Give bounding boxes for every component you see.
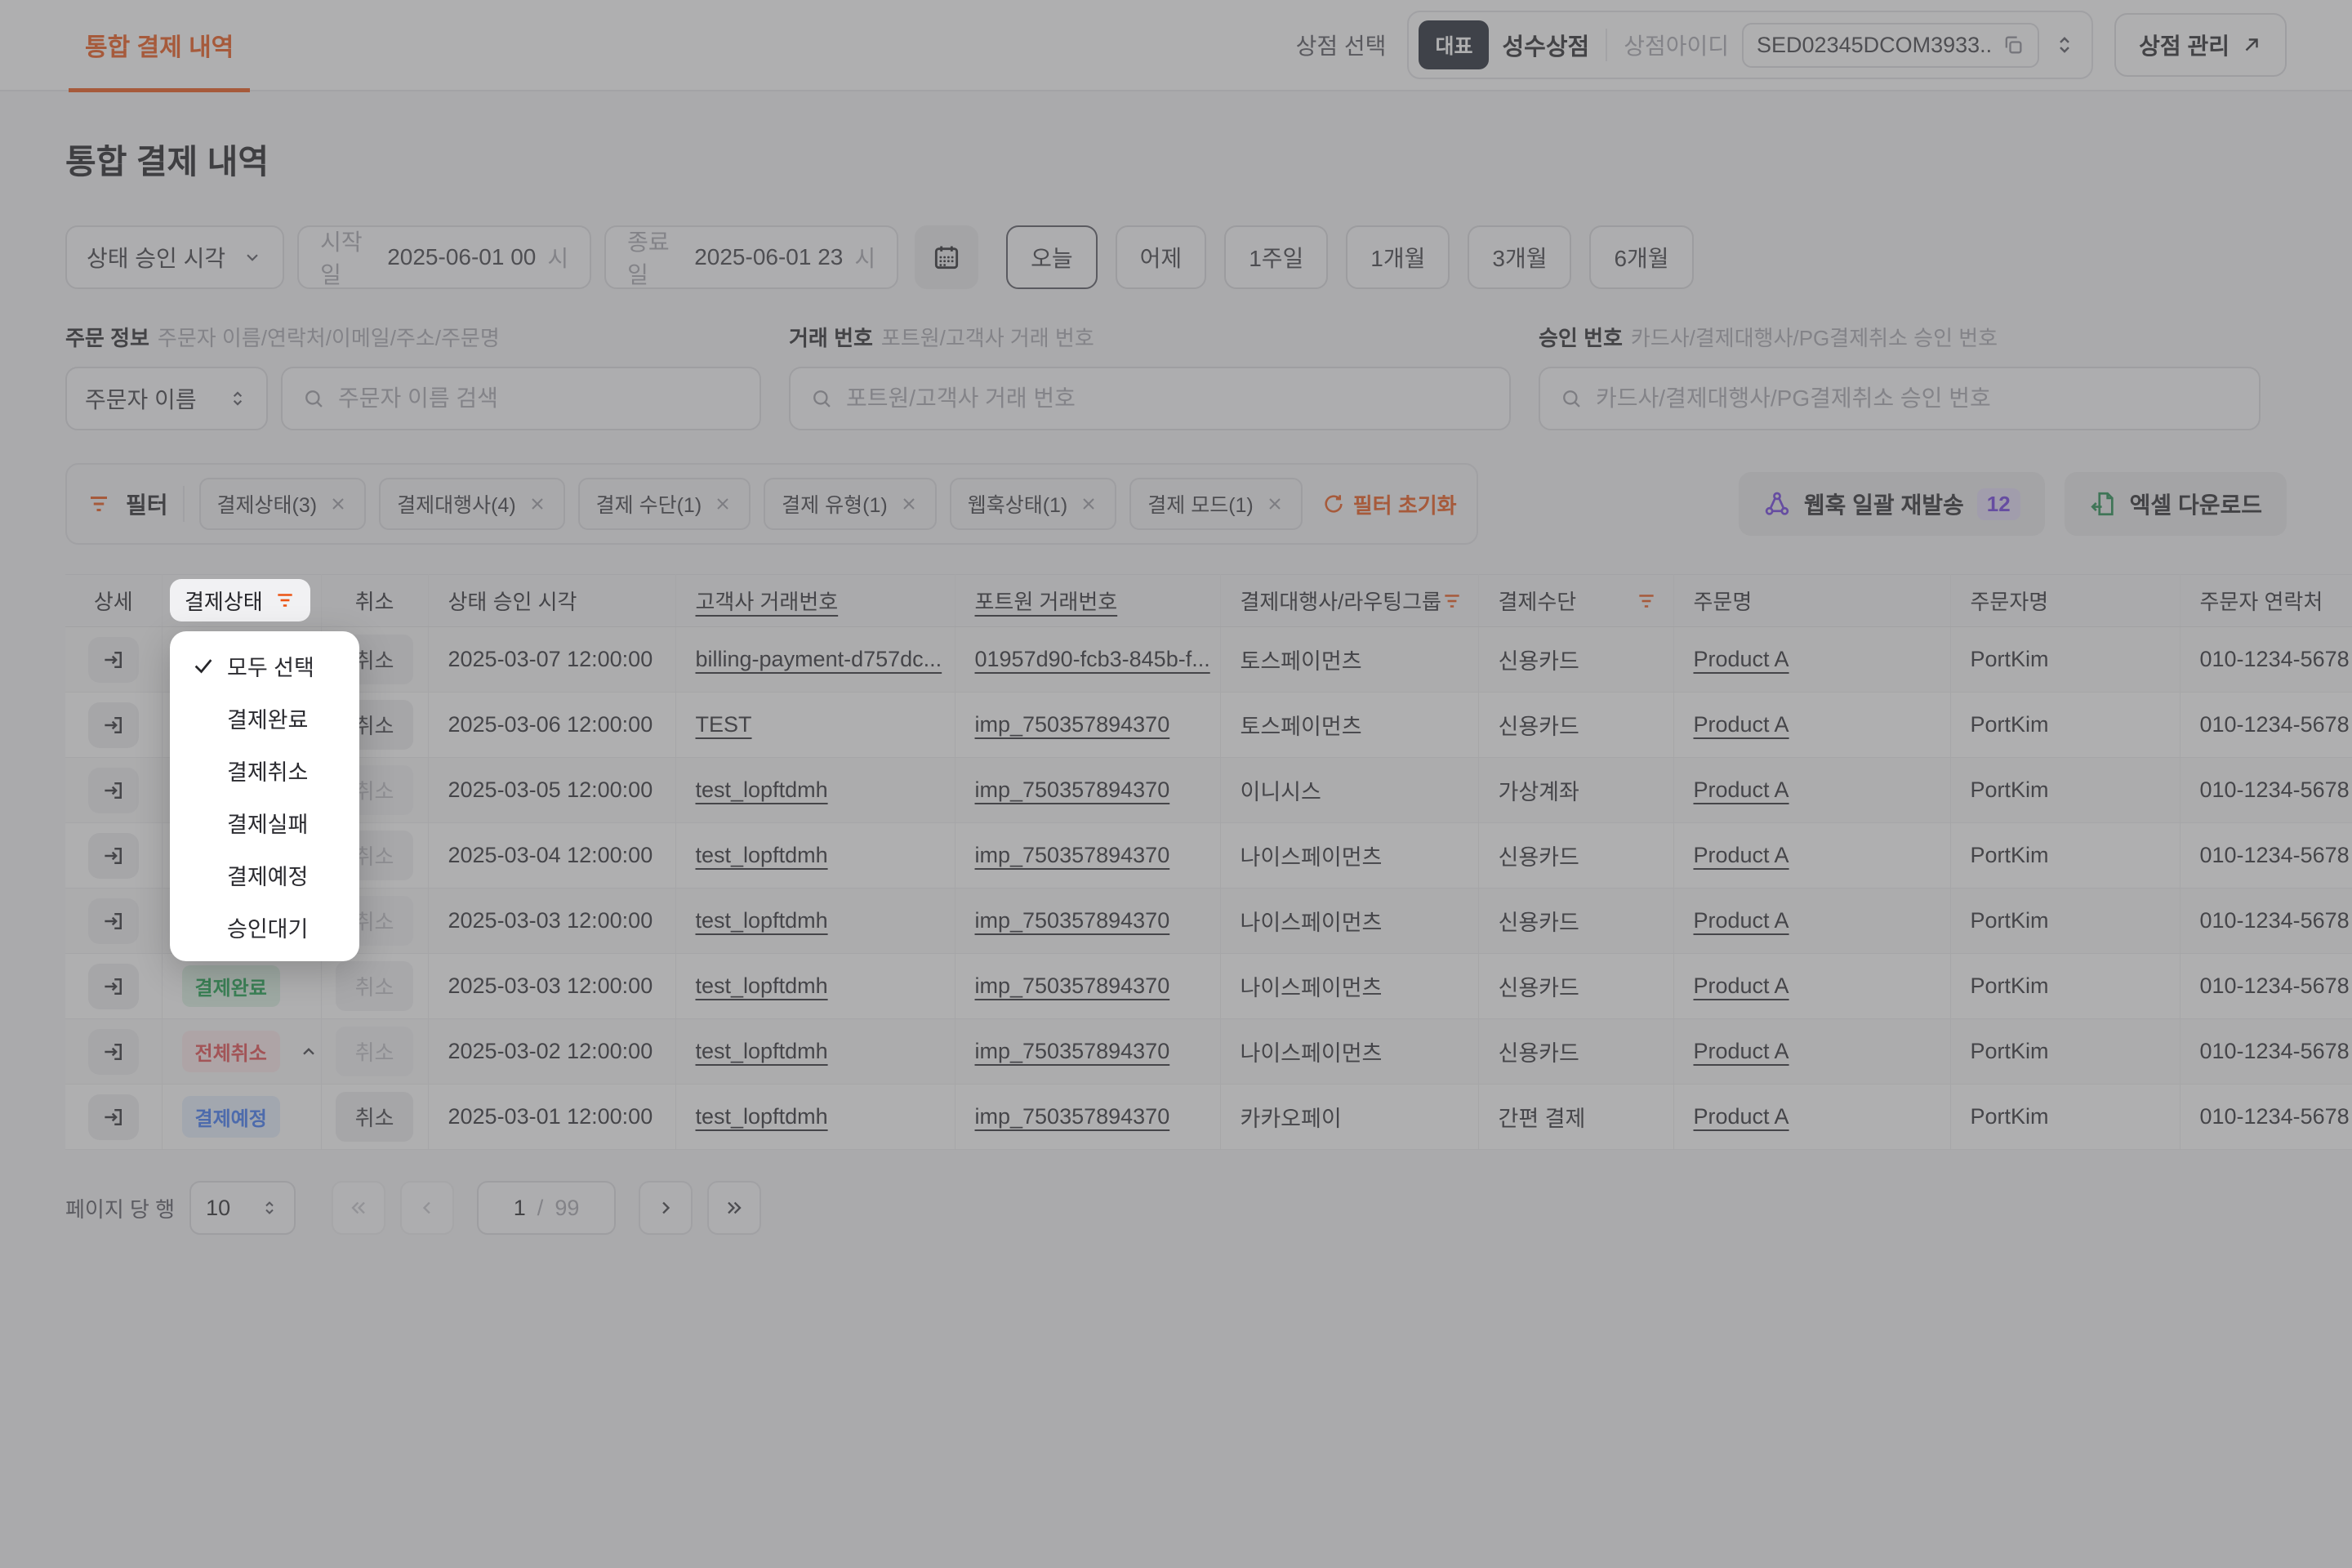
dropdown-item[interactable]: 결제실패: [170, 796, 359, 849]
status-filter-icon: [274, 590, 296, 611]
dropdown-item[interactable]: 결제완료: [170, 692, 359, 744]
dropdown-item[interactable]: 승인대기: [170, 901, 359, 953]
dropdown-item-label: 모두 선택: [227, 650, 314, 682]
status-dropdown-trigger[interactable]: 결제상태: [170, 579, 310, 621]
status-dropdown-menu: 모두 선택 결제완료 결제취소 결제실패 결제예: [170, 631, 359, 961]
dropdown-item[interactable]: 모두 선택: [170, 639, 359, 692]
dropdown-item[interactable]: 결제취소: [170, 744, 359, 796]
dropdown-item-label: 결제예정: [227, 859, 308, 891]
dropdown-item[interactable]: 결제예정: [170, 849, 359, 901]
status-dropdown-list: 모두 선택 결제완료 결제취소 결제실패 결제예: [170, 639, 359, 953]
dropdown-item-label: 승인대기: [227, 911, 308, 943]
check-icon: [189, 653, 217, 678]
dropdown-item-label: 결제완료: [227, 702, 308, 734]
status-trigger-label: 결제상태: [185, 586, 263, 616]
dropdown-item-label: 결제취소: [227, 755, 308, 786]
dropdown-item-label: 결제실패: [227, 807, 308, 839]
